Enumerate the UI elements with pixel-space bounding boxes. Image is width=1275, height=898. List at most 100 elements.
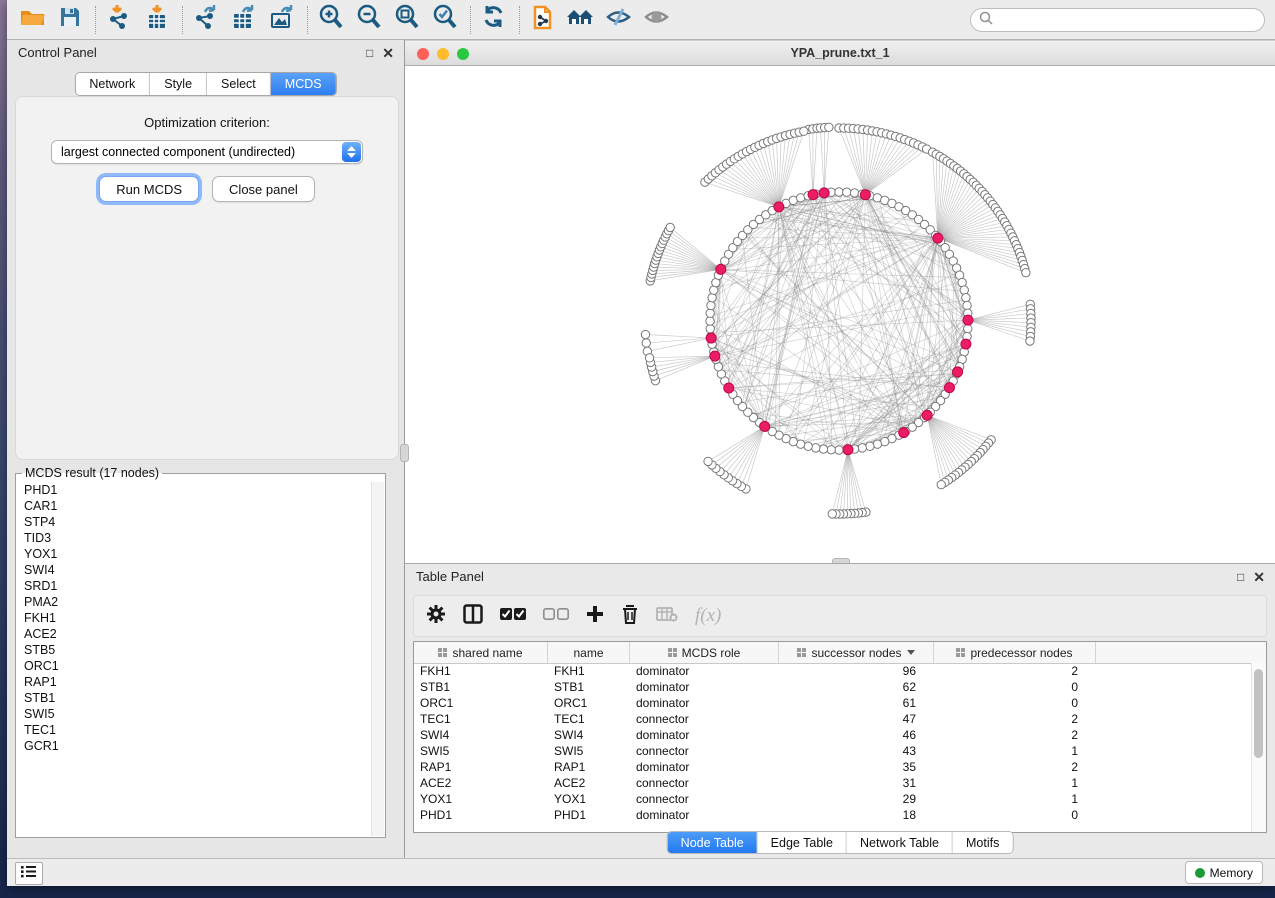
maximize-window-icon[interactable] — [457, 48, 469, 60]
table-cell[interactable]: dominator — [630, 807, 779, 823]
mcds-result-item[interactable]: STB1 — [17, 690, 372, 706]
open-session-button[interactable] — [17, 5, 47, 35]
table-row[interactable]: SWI5SWI5connector431 — [414, 743, 1252, 759]
refresh-button[interactable] — [479, 5, 509, 35]
table-cell[interactable]: ACE2 — [548, 775, 630, 791]
table-row[interactable]: TEC1TEC1connector472 — [414, 711, 1252, 727]
tab-network-table[interactable]: Network Table — [847, 832, 953, 853]
table-cell[interactable]: connector — [630, 711, 779, 727]
table-row[interactable]: FKH1FKH1dominator962 — [414, 663, 1252, 679]
mcds-result-item[interactable]: YOX1 — [17, 546, 372, 562]
mcds-result-item[interactable]: STP4 — [17, 514, 372, 530]
table-cell[interactable]: dominator — [630, 695, 779, 711]
table-cell[interactable]: STB1 — [414, 679, 548, 695]
table-cell[interactable]: 62 — [779, 679, 934, 695]
settings-gear-icon[interactable] — [426, 604, 446, 629]
save-session-button[interactable] — [55, 5, 85, 35]
run-mcds-button[interactable]: Run MCDS — [99, 176, 199, 202]
unselect-all-checkboxes-icon[interactable] — [543, 607, 569, 626]
table-cell[interactable]: ORC1 — [548, 695, 630, 711]
table-cell[interactable]: ORC1 — [414, 695, 548, 711]
close-window-icon[interactable] — [417, 48, 429, 60]
mcds-result-item[interactable]: SWI5 — [17, 706, 372, 722]
table-cell[interactable]: 0 — [934, 679, 1096, 695]
table-cell[interactable]: 35 — [779, 759, 934, 775]
table-cell[interactable]: connector — [630, 791, 779, 807]
mcds-result-list[interactable]: PHD1CAR1STP4TID3YOX1SWI4SRD1PMA2FKH1ACE2… — [17, 482, 372, 836]
table-cell[interactable]: FKH1 — [548, 663, 630, 679]
network-titlebar[interactable]: YPA_prune.txt_1 — [405, 40, 1275, 66]
zoom-selected-button[interactable] — [430, 5, 460, 35]
table-cell[interactable]: 1 — [934, 775, 1096, 791]
table-row[interactable]: RAP1RAP1dominator352 — [414, 759, 1252, 775]
mcds-result-item[interactable]: FKH1 — [17, 610, 372, 626]
import-table-button[interactable] — [142, 5, 172, 35]
table-cell[interactable]: PHD1 — [414, 807, 548, 823]
table-cell[interactable]: FKH1 — [414, 663, 548, 679]
table-cell[interactable]: YOX1 — [548, 791, 630, 807]
table-cell[interactable]: 0 — [934, 807, 1096, 823]
network-canvas[interactable] — [405, 66, 1275, 563]
export-web-document-button[interactable] — [528, 5, 558, 35]
mcds-result-item[interactable]: SWI4 — [17, 562, 372, 578]
table-row[interactable]: ORC1ORC1dominator610 — [414, 695, 1252, 711]
table-row[interactable]: PHD1PHD1dominator180 — [414, 807, 1252, 823]
zoom-out-button[interactable] — [354, 5, 384, 35]
mcds-result-item[interactable]: ORC1 — [17, 658, 372, 674]
table-cell[interactable]: YOX1 — [414, 791, 548, 807]
column-header-shared-name[interactable]: shared name — [414, 642, 548, 663]
export-table-button[interactable] — [229, 5, 259, 35]
column-header-predecessor-nodes[interactable]: predecessor nodes — [934, 642, 1096, 663]
mcds-result-item[interactable]: PMA2 — [17, 594, 372, 610]
table-row[interactable]: ACE2ACE2connector311 — [414, 775, 1252, 791]
table-cell[interactable]: 46 — [779, 727, 934, 743]
table-cell[interactable]: 0 — [934, 695, 1096, 711]
close-table-panel-icon[interactable]: ✕ — [1253, 571, 1265, 583]
table-cell[interactable]: ACE2 — [414, 775, 548, 791]
search-box[interactable] — [970, 8, 1265, 32]
mcds-result-item[interactable]: SRD1 — [17, 578, 372, 594]
show-graphics-details-button[interactable] — [642, 5, 672, 35]
tab-edge-table[interactable]: Edge Table — [758, 832, 847, 853]
table-row[interactable]: SWI4SWI4dominator462 — [414, 727, 1252, 743]
table-row[interactable]: STB1STB1dominator620 — [414, 679, 1252, 695]
tab-select[interactable]: Select — [207, 73, 271, 95]
table-cell[interactable]: 47 — [779, 711, 934, 727]
table-cell[interactable]: 1 — [934, 791, 1096, 807]
table-cell[interactable]: SWI4 — [414, 727, 548, 743]
table-cell[interactable]: 96 — [779, 663, 934, 679]
export-image-button[interactable] — [267, 5, 297, 35]
table-cell[interactable]: 61 — [779, 695, 934, 711]
mcds-result-item[interactable]: RAP1 — [17, 674, 372, 690]
mcds-result-item[interactable]: STB5 — [17, 642, 372, 658]
minimize-window-icon[interactable] — [437, 48, 449, 60]
mcds-result-item[interactable]: TID3 — [17, 530, 372, 546]
search-input[interactable] — [998, 10, 1264, 30]
mcds-result-item[interactable]: CAR1 — [17, 498, 372, 514]
zoom-in-button[interactable] — [316, 5, 346, 35]
tab-network[interactable]: Network — [75, 73, 150, 95]
column-header-successor-nodes[interactable]: successor nodes — [779, 642, 934, 663]
table-cell[interactable]: PHD1 — [548, 807, 630, 823]
table-cell[interactable]: SWI5 — [548, 743, 630, 759]
table-cell[interactable]: 43 — [779, 743, 934, 759]
table-scrollbar[interactable] — [1251, 663, 1266, 832]
table-cell[interactable]: 2 — [934, 663, 1096, 679]
network-graph[interactable] — [405, 66, 1275, 563]
table-cell[interactable]: connector — [630, 775, 779, 791]
column-header-name[interactable]: name — [548, 642, 630, 663]
home-networks-button[interactable] — [566, 5, 596, 35]
table-cell[interactable]: 31 — [779, 775, 934, 791]
memory-button[interactable]: Memory — [1185, 861, 1263, 884]
table-cell[interactable]: TEC1 — [414, 711, 548, 727]
task-history-button[interactable] — [15, 862, 43, 885]
add-column-icon[interactable] — [586, 605, 604, 628]
table-cell[interactable]: dominator — [630, 663, 779, 679]
export-network-button[interactable] — [191, 5, 221, 35]
close-panel-icon[interactable]: ✕ — [382, 47, 394, 59]
optimization-criterion-dropdown[interactable]: largest connected component (undirected) — [51, 140, 363, 164]
table-cell[interactable]: TEC1 — [548, 711, 630, 727]
table-cell[interactable]: dominator — [630, 727, 779, 743]
import-network-button[interactable] — [104, 5, 134, 35]
split-handle-left[interactable] — [400, 444, 409, 462]
